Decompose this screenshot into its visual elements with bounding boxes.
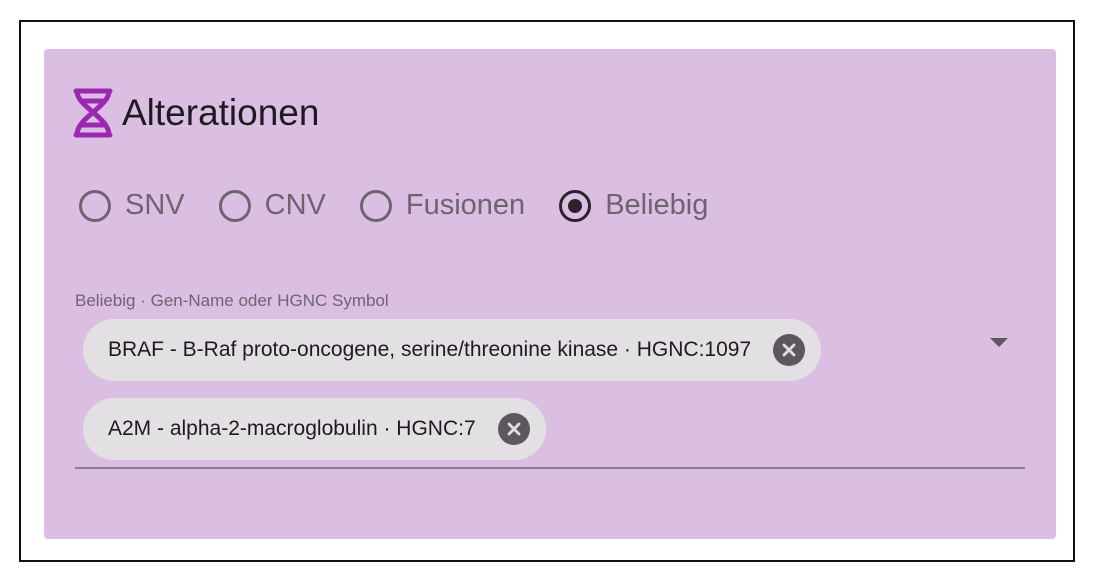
radio-option-cnv[interactable]: CNV (218, 189, 326, 222)
cancel-icon[interactable] (497, 413, 530, 445)
alteration-type-radio-group: SNV CNV Fusionen Beliebig (79, 189, 742, 222)
section-title: Alterationen (122, 92, 320, 133)
cancel-icon[interactable] (773, 334, 806, 366)
radio-unchecked-icon[interactable] (218, 189, 251, 222)
alterations-card: Alterationen SNV CNV Fusionen Beliebig B… (44, 49, 1056, 539)
arrow-drop-down-icon[interactable] (990, 338, 1008, 347)
radio-unchecked-icon[interactable] (359, 189, 392, 222)
gene-field-underline (75, 467, 1025, 469)
chip-label: BRAF - B-Raf proto-oncogene, serine/thre… (108, 338, 752, 361)
gene-field-label: Beliebig · Gen-Name oder HGNC Symbol (75, 291, 389, 310)
radio-label-cnv: CNV (264, 189, 326, 221)
radio-checked-icon[interactable] (559, 189, 592, 222)
gene-chip-a2m[interactable]: A2M - alpha-2-macroglobulin · HGNC:7 (83, 398, 546, 460)
radio-unchecked-icon[interactable] (79, 189, 111, 222)
radio-label-fusionen: Fusionen (405, 189, 526, 221)
dna-icon (72, 87, 114, 139)
radio-label-beliebig: Beliebig (605, 189, 709, 221)
radio-option-fusionen[interactable]: Fusionen (359, 189, 526, 222)
radio-label-snv: SNV (125, 189, 185, 221)
gene-chip-braf[interactable]: BRAF - B-Raf proto-oncogene, serine/thre… (83, 319, 822, 381)
chip-label: A2M - alpha-2-macroglobulin · HGNC:7 (108, 417, 476, 440)
card-header: Alterationen (72, 87, 319, 139)
radio-option-snv[interactable]: SNV (79, 189, 185, 222)
radio-option-beliebig[interactable]: Beliebig (559, 189, 708, 222)
